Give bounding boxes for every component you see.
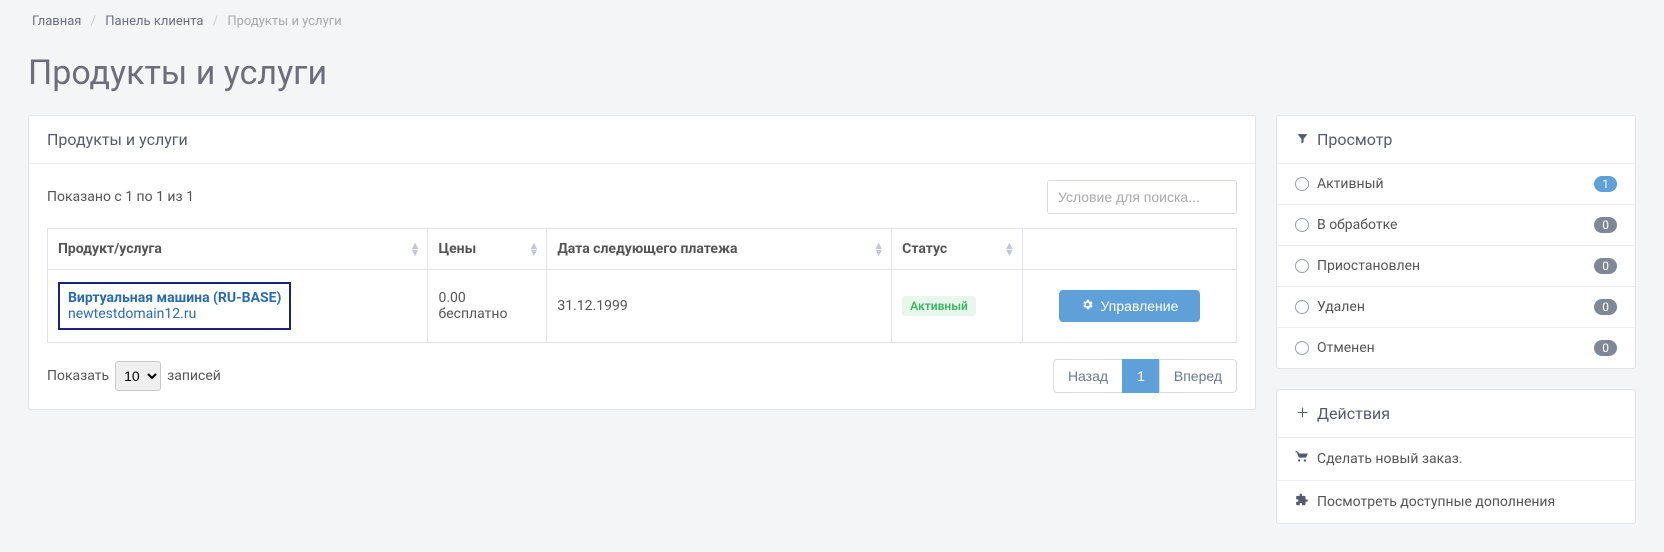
count-badge: 0 xyxy=(1594,340,1617,356)
page-title: Продукты и услуги xyxy=(28,53,1636,93)
breadcrumb: Главная / Панель клиента / Продукты и ус… xyxy=(28,0,1636,39)
view-panel: Просмотр Активный 1 В обработке 0 Приост… xyxy=(1276,115,1636,369)
count-badge: 0 xyxy=(1594,258,1617,274)
col-status-label: Статус xyxy=(902,241,947,257)
view-panel-title: Просмотр xyxy=(1317,130,1392,149)
col-price-label: Цены xyxy=(438,241,476,257)
action-label: Сделать новый заказ. xyxy=(1317,451,1463,467)
radio-icon xyxy=(1295,259,1309,273)
next-due-cell: 31.12.1999 xyxy=(547,270,892,343)
price-cycle: бесплатно xyxy=(438,306,536,322)
breadcrumb-panel[interactable]: Панель клиента xyxy=(105,14,203,29)
show-label: Показать xyxy=(47,368,109,384)
products-panel-title: Продукты и услуги xyxy=(29,116,1255,164)
action-new-order[interactable]: Сделать новый заказ. xyxy=(1277,438,1635,480)
product-domain: newtestdomain12.ru xyxy=(68,306,281,322)
col-next-due[interactable]: Дата следующего платежа ▲▼ xyxy=(547,229,892,270)
price-amount: 0.00 xyxy=(438,290,536,306)
filter-active[interactable]: Активный 1 xyxy=(1277,164,1635,204)
filter-terminated[interactable]: Удален 0 xyxy=(1277,286,1635,327)
radio-icon xyxy=(1295,218,1309,232)
filter-pending[interactable]: В обработке 0 xyxy=(1277,204,1635,245)
search-input[interactable] xyxy=(1047,180,1237,214)
col-product-label: Продукт/услуга xyxy=(58,241,162,257)
filter-label: Отменен xyxy=(1317,340,1375,356)
filter-icon xyxy=(1295,130,1309,149)
col-status[interactable]: Статус ▲▼ xyxy=(892,229,1023,270)
col-product[interactable]: Продукт/услуга ▲▼ xyxy=(48,229,428,270)
puzzle-icon xyxy=(1295,493,1309,511)
status-badge: Активный xyxy=(902,296,976,316)
records-info: Показано с 1 по 1 из 1 xyxy=(47,189,194,205)
filter-label: Удален xyxy=(1317,299,1365,315)
plus-icon xyxy=(1295,404,1309,423)
radio-icon xyxy=(1295,300,1309,314)
col-next-due-label: Дата следующего платежа xyxy=(557,241,737,257)
page-size-select[interactable]: 10 xyxy=(115,361,161,391)
action-label: Посмотреть доступные дополнения xyxy=(1317,494,1555,510)
products-table: Продукт/услуга ▲▼ Цены ▲▼ Дата следующег… xyxy=(47,228,1237,343)
col-actions xyxy=(1022,229,1236,270)
breadcrumb-home[interactable]: Главная xyxy=(32,14,81,29)
product-name: Виртуальная машина (RU-BASE) xyxy=(68,290,281,306)
breadcrumb-sep: / xyxy=(85,14,102,29)
sort-icon: ▲▼ xyxy=(1004,242,1014,256)
entries-label: записей xyxy=(167,368,221,384)
sort-icon: ▲▼ xyxy=(528,242,538,256)
filter-suspended[interactable]: Приостановлен 0 xyxy=(1277,245,1635,286)
breadcrumb-sep: / xyxy=(207,14,224,29)
manage-button[interactable]: Управление xyxy=(1059,290,1201,322)
page-prev-button[interactable]: Назад xyxy=(1053,359,1123,393)
actions-panel-title: Действия xyxy=(1317,404,1390,423)
product-link[interactable]: Виртуальная машина (RU-BASE) newtestdoma… xyxy=(58,282,291,330)
count-badge: 0 xyxy=(1594,299,1617,315)
col-price[interactable]: Цены ▲▼ xyxy=(428,229,547,270)
actions-panel: Действия Сделать новый заказ. Посмотреть… xyxy=(1276,389,1636,524)
filter-label: В обработке xyxy=(1317,217,1397,233)
table-row: Виртуальная машина (RU-BASE) newtestdoma… xyxy=(48,270,1237,343)
action-view-addons[interactable]: Посмотреть доступные дополнения xyxy=(1277,480,1635,523)
gear-icon xyxy=(1081,298,1095,314)
page-1-button[interactable]: 1 xyxy=(1122,359,1160,393)
price-cell: 0.00 бесплатно xyxy=(428,270,547,343)
radio-icon xyxy=(1295,177,1309,191)
count-badge: 0 xyxy=(1594,217,1617,233)
count-badge: 1 xyxy=(1594,176,1617,192)
page-next-button[interactable]: Вперед xyxy=(1159,359,1237,393)
filter-canceled[interactable]: Отменен 0 xyxy=(1277,327,1635,368)
sort-icon: ▲▼ xyxy=(410,242,420,256)
breadcrumb-current: Продукты и услуги xyxy=(227,14,341,29)
radio-icon xyxy=(1295,341,1309,355)
cart-icon xyxy=(1295,450,1309,468)
pagination: Назад 1 Вперед xyxy=(1054,359,1237,393)
filter-label: Активный xyxy=(1317,176,1384,192)
products-panel: Продукты и услуги Показано с 1 по 1 из 1… xyxy=(28,115,1256,410)
manage-button-label: Управление xyxy=(1101,298,1179,314)
filter-label: Приостановлен xyxy=(1317,258,1420,274)
sort-icon: ▲▼ xyxy=(873,242,883,256)
